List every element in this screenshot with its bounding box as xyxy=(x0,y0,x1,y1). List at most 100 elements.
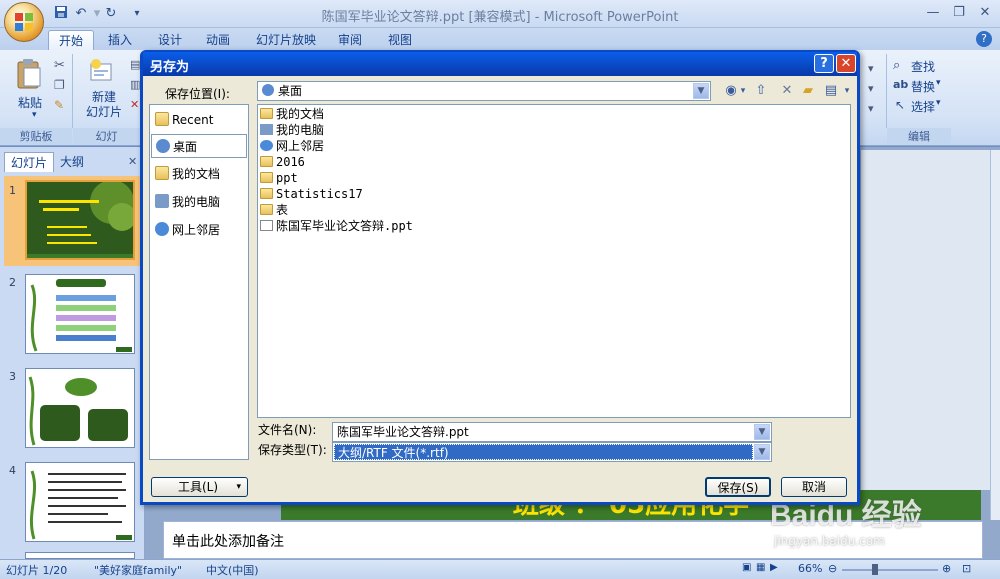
reset-icon[interactable]: ▥ xyxy=(130,78,140,91)
office-button[interactable] xyxy=(4,2,44,42)
sorter-view-icon[interactable]: ▦ xyxy=(756,562,765,573)
select-dropdown-icon[interactable]: ▾ xyxy=(936,98,941,108)
zoom-level[interactable]: 66% xyxy=(798,562,822,575)
filetype-label: 保存类型(T): xyxy=(258,443,327,457)
file-list xyxy=(257,104,851,418)
arrange-icon[interactable]: ▾ xyxy=(868,62,874,75)
slide-thumbnail-1[interactable] xyxy=(25,180,135,260)
folder-icon xyxy=(260,156,273,167)
dialog-help-button[interactable]: ? xyxy=(814,54,834,73)
cut-icon[interactable]: ✂ xyxy=(54,58,65,73)
file-name: 陈国军毕业论文答辩.ppt xyxy=(276,219,413,233)
my-computer-icon xyxy=(155,194,169,208)
quick-style-icon[interactable]: ▾ xyxy=(868,82,874,95)
dialog-title-bar xyxy=(143,52,857,76)
paste-dropdown-icon[interactable]: ▾ xyxy=(32,110,37,120)
place-network[interactable]: 网上邻居 xyxy=(151,218,247,242)
slide-thumbnail-4[interactable] xyxy=(25,462,135,542)
tab-slideshow[interactable]: 幻灯片放映 xyxy=(246,30,326,50)
place-label: Recent xyxy=(172,113,214,127)
fit-window-icon[interactable]: ⊡ xyxy=(962,562,971,575)
place-recent[interactable]: Recent xyxy=(151,108,247,132)
copy-icon[interactable]: ❐ xyxy=(54,78,65,92)
views-dropdown-icon[interactable]: ▾ xyxy=(838,83,856,99)
maximize-button[interactable]: ❐ xyxy=(946,4,972,22)
cancel-button[interactable]: 取消 xyxy=(781,477,847,497)
zoom-slider-track[interactable] xyxy=(842,569,938,571)
theme-name[interactable]: "美好家庭family" xyxy=(94,562,182,578)
tab-outline[interactable]: 大纲 xyxy=(54,152,90,172)
replace-label[interactable]: 替换 xyxy=(911,78,935,95)
tab-design[interactable]: 设计 xyxy=(148,30,192,50)
file-item-folder[interactable]: Statistics17 xyxy=(260,186,363,202)
chevron-down-icon[interactable]: ▼ xyxy=(693,83,709,99)
find-label[interactable]: 查找 xyxy=(911,58,935,75)
up-folder-icon[interactable]: ⇧ xyxy=(752,83,770,99)
file-name: 2016 xyxy=(276,155,305,169)
place-my-documents[interactable]: 我的文档 xyxy=(151,162,247,186)
tab-animation[interactable]: 动画 xyxy=(196,30,240,50)
tab-home[interactable]: 开始 xyxy=(48,30,95,50)
slide-thumbnail-5[interactable] xyxy=(25,552,135,559)
replace-dropdown-icon[interactable]: ▾ xyxy=(936,78,941,88)
file-item-network[interactable]: 网上邻居 xyxy=(260,138,324,154)
tab-view[interactable]: 视图 xyxy=(378,30,422,50)
filename-input[interactable]: 陈国军毕业论文答辩.ppt ▼ xyxy=(332,422,772,442)
dialog-close-button[interactable]: ✕ xyxy=(836,54,856,73)
place-label: 网上邻居 xyxy=(172,223,221,237)
new-folder-icon[interactable]: ▰ xyxy=(799,83,817,99)
close-window-button[interactable]: ✕ xyxy=(972,4,998,22)
shape-effect-icon[interactable]: ▾ xyxy=(868,102,874,115)
file-item-ppt[interactable]: 陈国军毕业论文答辩.ppt xyxy=(260,218,413,234)
select-cursor-icon[interactable]: ↖ xyxy=(895,98,905,112)
tools-button[interactable]: 工具(L) ▾ xyxy=(151,477,248,497)
zoom-out-icon[interactable]: ⊖ xyxy=(828,562,837,575)
slide-canvas-edge xyxy=(861,150,1000,490)
watermark-url: jingyan.baidu.com xyxy=(774,534,885,548)
paste-label[interactable]: 粘贴 xyxy=(18,94,42,111)
window-title: 陈国军毕业论文答辩.ppt [兼容模式] - Microsoft PowerPo… xyxy=(321,10,679,25)
chevron-down-icon[interactable]: ▼ xyxy=(754,424,770,440)
layout-icon[interactable]: ▤ xyxy=(130,58,140,71)
office-logo-icon xyxy=(15,13,33,31)
file-item-my-computer[interactable]: 我的电脑 xyxy=(260,122,324,138)
normal-view-icon[interactable]: ▣ xyxy=(742,562,751,573)
vertical-scrollbar[interactable] xyxy=(990,150,1000,520)
filetype-select[interactable]: 大纲/RTF 文件(*.rtf) ▼ xyxy=(332,442,772,462)
replace-icon[interactable]: ab xyxy=(893,78,908,91)
select-label[interactable]: 选择 xyxy=(911,98,935,115)
chevron-down-icon[interactable]: ▼ xyxy=(754,444,770,460)
new-slide-icon[interactable] xyxy=(88,58,114,84)
place-desktop[interactable]: 桌面 xyxy=(151,134,247,158)
language-indicator[interactable]: 中文(中国) xyxy=(206,562,259,578)
back-dropdown-icon[interactable]: ▾ xyxy=(734,83,752,99)
file-item-folder[interactable]: 2016 xyxy=(260,154,305,170)
save-location-select[interactable]: 桌面 ▼ xyxy=(257,81,711,101)
file-item-folder[interactable]: ppt xyxy=(260,170,298,186)
tools-dropdown-icon: ▾ xyxy=(236,482,241,492)
file-item-folder[interactable]: 表 xyxy=(260,202,288,218)
help-icon[interactable]: ? xyxy=(976,31,992,47)
close-pane-icon[interactable]: ✕ xyxy=(128,155,137,168)
slide-thumbnail-2[interactable] xyxy=(25,274,135,354)
paste-icon[interactable] xyxy=(14,58,44,90)
my-documents-icon xyxy=(155,166,169,180)
slideshow-view-icon[interactable]: ▶ xyxy=(770,562,778,573)
tab-review[interactable]: 审阅 xyxy=(328,30,372,50)
new-slide-label[interactable]: 新建 幻灯片 xyxy=(84,90,124,120)
save-button[interactable]: 保存(S) xyxy=(705,477,771,497)
minimize-button[interactable]: — xyxy=(920,4,946,22)
tab-slides[interactable]: 幻灯片 xyxy=(4,152,55,172)
zoom-in-icon[interactable]: ⊕ xyxy=(942,562,951,575)
place-my-computer[interactable]: 我的电脑 xyxy=(151,190,247,214)
find-icon[interactable]: ⌕ xyxy=(893,58,900,73)
slide-thumbnail-3[interactable] xyxy=(25,368,135,448)
filename-label: 文件名(N): xyxy=(258,423,317,437)
zoom-slider-thumb[interactable] xyxy=(872,564,878,575)
format-painter-icon[interactable]: ✎ xyxy=(54,98,64,112)
file-name: Statistics17 xyxy=(276,187,363,201)
delete-slide-icon[interactable]: ✕ xyxy=(130,98,139,111)
file-item-my-documents[interactable]: 我的文档 xyxy=(260,106,324,122)
delete-icon[interactable]: ✕ xyxy=(778,83,796,99)
tab-insert[interactable]: 插入 xyxy=(98,30,142,50)
